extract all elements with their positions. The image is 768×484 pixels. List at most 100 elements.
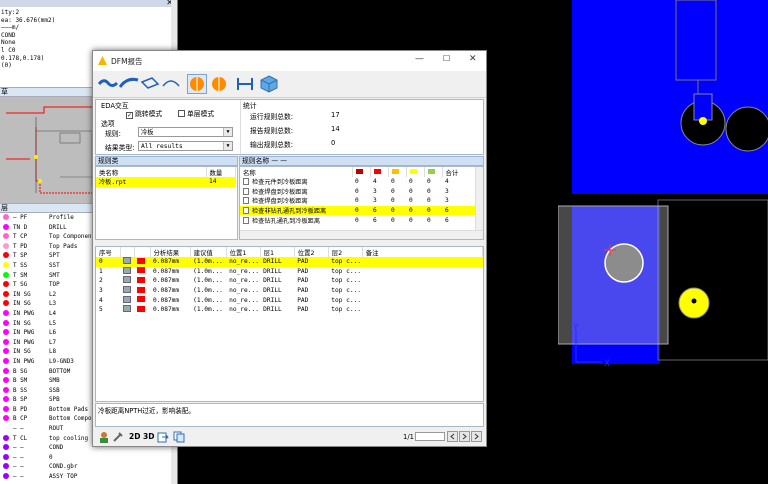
layer-color-icon[interactable] <box>3 367 9 374</box>
layer-type: — — <box>13 454 24 461</box>
result-row[interactable]: 4 0.087mm (1.0m... no_re... DRILL PAD top c... <box>96 295 483 305</box>
rule-count: 0 <box>427 216 431 224</box>
pad-tool-icon[interactable] <box>187 74 207 94</box>
arc-tool-icon[interactable] <box>161 74 181 94</box>
layer-item[interactable]: — — ASSY TOP <box>0 473 177 483</box>
rule-row[interactable]: 🗋检查钻孔通孔到冷板距离060006 <box>240 215 476 225</box>
rule-count: 0 <box>424 205 442 216</box>
rule-label: 规则: <box>105 130 121 138</box>
axis-x-label: X <box>604 359 610 369</box>
layer-color-icon[interactable] <box>3 214 9 220</box>
rule-scrollbar[interactable] <box>475 167 483 230</box>
result-row[interactable]: 5 0.087mm (1.0m... no_re... DRILL PAD top c... <box>96 305 483 315</box>
drill-tool-icon[interactable] <box>209 74 229 94</box>
result-cell: no_re... <box>226 257 261 267</box>
page-input[interactable] <box>415 432 445 441</box>
rule-class-row[interactable]: 冷板.rpt 14 <box>96 177 236 187</box>
layer-color-icon[interactable] <box>3 348 9 355</box>
page-indicator: 1/1 <box>403 433 414 441</box>
layer-color-icon[interactable] <box>3 290 9 297</box>
rule-row[interactable]: 🗋检查元件到冷板距离040004 <box>240 177 476 187</box>
layer-type: IN PWG <box>13 339 35 346</box>
layer-color-icon[interactable] <box>3 233 9 240</box>
layer-color-icon[interactable] <box>3 319 9 326</box>
result-type-select[interactable]: All results ▼ <box>138 141 233 151</box>
rule-name-table: 名称 合计 🗋检查元件到冷板距离040004🗋检查焊盘到冷板距离030003🗋检… <box>239 166 484 240</box>
layer-item[interactable]: — — COND.gbr <box>0 463 177 473</box>
result-remark <box>362 257 483 267</box>
rule-count: 6 <box>370 205 388 216</box>
result-row[interactable]: 0 0.087mm (1.0m... no_re... DRILL PAD top c... <box>96 257 483 267</box>
stat-label: 输出规则总数: <box>250 141 294 149</box>
3d-box-icon[interactable] <box>259 74 279 94</box>
layer-color-icon[interactable] <box>3 453 9 460</box>
jump-mode-checkbox[interactable]: ✓ 跳转模式 <box>126 108 162 119</box>
layer-name: L2 <box>49 291 57 298</box>
layer-color-icon[interactable] <box>3 338 9 345</box>
layer-color-icon[interactable] <box>3 252 9 259</box>
layer-color-icon[interactable] <box>3 261 9 268</box>
copy-icon[interactable] <box>173 431 185 443</box>
layer-color-icon[interactable] <box>3 223 9 230</box>
rule-select[interactable]: 冷板 ▼ <box>138 127 233 137</box>
layer-color-icon[interactable] <box>3 444 9 451</box>
trace-tool-icon[interactable] <box>98 74 118 94</box>
3d-button[interactable]: 3D <box>143 432 154 441</box>
rule-h-scrollbar[interactable] <box>240 230 483 239</box>
rule-count: 0 <box>355 178 359 186</box>
layer-color-icon[interactable] <box>3 473 9 480</box>
pager-buttons[interactable] <box>447 431 483 442</box>
single-mode-checkbox[interactable]: 单层模式 <box>178 108 214 118</box>
result-cell: PAD <box>294 257 329 267</box>
layer-color-icon[interactable] <box>3 463 9 470</box>
rule-row[interactable]: 🗋检查非钻孔通孔到冷板距离060006 <box>240 205 476 216</box>
layer-color-icon[interactable] <box>3 329 9 336</box>
minimize-icon[interactable]: — <box>415 54 424 64</box>
result-col-header: 层1 <box>260 247 295 257</box>
layer-color-icon[interactable] <box>3 357 9 364</box>
copper-area <box>572 0 768 194</box>
layer-color-icon[interactable] <box>3 396 9 403</box>
pcb-canvas[interactable]: Y X <box>558 0 768 484</box>
result-cell: DRILL <box>263 306 282 314</box>
layer-color-icon[interactable] <box>3 242 9 249</box>
layer-name: 0 <box>49 454 53 461</box>
maximize-icon[interactable]: ☐ <box>443 54 450 63</box>
layer-color-icon[interactable] <box>3 434 9 441</box>
layer-color-icon[interactable] <box>3 271 9 278</box>
layer-name: L3 <box>49 301 57 308</box>
layer-item[interactable]: — — 0 <box>0 453 177 464</box>
measure-icon[interactable] <box>235 74 255 94</box>
result-col-header: 层2 <box>328 247 363 257</box>
layer-color-icon[interactable] <box>3 377 9 384</box>
layer-name: SST <box>49 262 60 269</box>
layer-name: ASSY TOP <box>49 474 78 481</box>
tools-icon[interactable] <box>112 431 124 443</box>
layer-color-icon[interactable] <box>3 405 9 412</box>
result-row[interactable]: 2 0.087mm (1.0m... no_re... DRILL PAD top c... <box>96 276 483 286</box>
layer-color-icon[interactable] <box>3 386 9 393</box>
2d-button[interactable]: 2D <box>129 432 140 441</box>
result-cell: DRILL <box>260 257 295 267</box>
layer-name: COND.gbr <box>49 464 78 471</box>
layer-color-icon[interactable] <box>3 415 9 422</box>
severity-flag-icon <box>134 267 150 277</box>
result-cell: 4 <box>99 296 103 304</box>
rule-name-text: 检查焊盘到冷板距离 <box>252 198 308 206</box>
rule-row[interactable]: 🗋检查焊盘到冷板距离030003 <box>240 196 476 206</box>
trace-outline-icon[interactable] <box>140 74 160 94</box>
rule-name: 🗋检查焊盘到冷板距离 <box>240 196 352 206</box>
result-row[interactable]: 3 0.087mm (1.0m... no_re... DRILL PAD top c... <box>96 286 483 296</box>
export-icon[interactable] <box>157 431 169 443</box>
rule-row[interactable]: 🗋检查焊盘到冷板距离030003 <box>240 187 476 197</box>
user-icon[interactable] <box>99 431 111 443</box>
rule-count: 0 <box>427 187 431 195</box>
close-icon[interactable]: ✕ <box>469 54 477 64</box>
rule-name-text: 检查非钻孔通孔到冷板距离 <box>252 208 327 216</box>
trace-curve-icon[interactable] <box>119 74 139 94</box>
layer-type: T SM <box>13 272 28 279</box>
result-row[interactable]: 1 0.087mm (1.0m... no_re... DRILL PAD top c... <box>96 266 483 277</box>
layer-color-icon[interactable] <box>3 309 9 316</box>
layer-color-icon[interactable] <box>3 281 9 288</box>
layer-color-icon[interactable] <box>3 300 9 307</box>
